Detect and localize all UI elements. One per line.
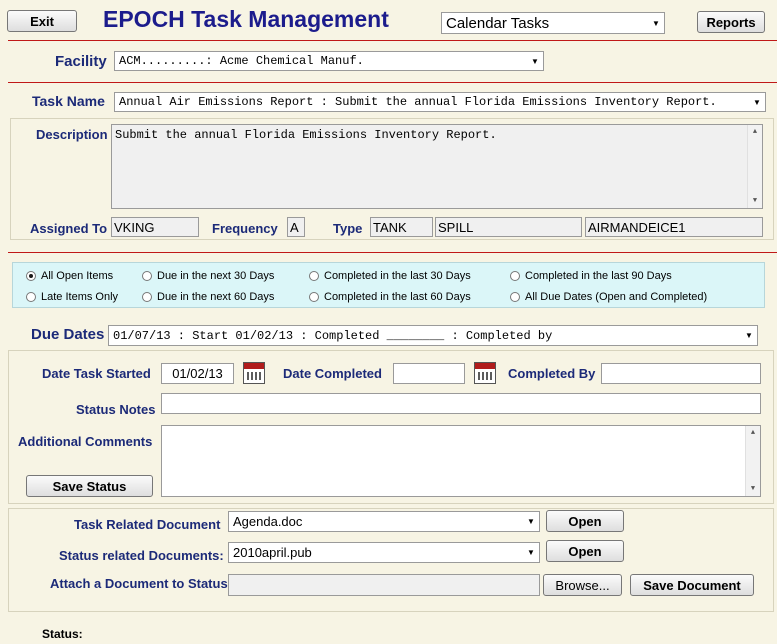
filter-all-open[interactable]: All Open Items: [26, 270, 113, 282]
task-doc-select[interactable]: Agenda.doc ▼: [228, 511, 540, 532]
status-docs-value: 2010april.pub: [233, 545, 312, 560]
completed-by-field[interactable]: [601, 363, 761, 384]
type-label: Type: [333, 221, 363, 236]
type-field-2[interactable]: SPILL: [435, 217, 582, 237]
facility-label: Facility: [55, 53, 107, 70]
facility-select-value: ACM.........: Acme Chemical Manuf.: [119, 54, 364, 68]
filter-panel: All Open Items Due in the next 30 Days C…: [12, 262, 765, 308]
date-started-field[interactable]: 01/02/13: [161, 363, 234, 384]
open-status-doc-button[interactable]: Open: [546, 540, 624, 562]
completed-by-label: Completed By: [508, 366, 596, 381]
type-field-1[interactable]: TANK: [370, 217, 433, 237]
status-label: Status:: [42, 627, 83, 641]
additional-comments-textarea[interactable]: ▲ ▼: [161, 425, 761, 497]
type-field-3[interactable]: AIRMANDEICE1: [585, 217, 763, 237]
radio-icon: [142, 271, 152, 281]
comments-scrollbar[interactable]: ▲ ▼: [745, 426, 760, 496]
status-docs-label: Status related Documents:: [59, 548, 224, 563]
filter-completed-90[interactable]: Completed in the last 90 Days: [510, 270, 672, 282]
filter-completed-30[interactable]: Completed in the last 30 Days: [309, 270, 471, 282]
radio-icon: [26, 292, 36, 302]
open-task-doc-button[interactable]: Open: [546, 510, 624, 532]
chevron-down-icon: ▼: [523, 512, 539, 531]
browse-button[interactable]: Browse...: [543, 574, 622, 596]
filter-late-only[interactable]: Late Items Only: [26, 291, 118, 303]
chevron-down-icon: ▼: [648, 13, 664, 33]
description-scrollbar[interactable]: ▲ ▼: [747, 125, 762, 208]
due-dates-select[interactable]: 01/07/13 : Start 01/02/13 : Completed __…: [108, 325, 758, 346]
radio-icon: [510, 292, 520, 302]
scroll-down-icon[interactable]: ▼: [748, 194, 762, 208]
frequency-label: Frequency: [212, 221, 278, 236]
view-select[interactable]: Calendar Tasks ▼: [441, 12, 665, 34]
radio-selected-icon: [26, 271, 36, 281]
chevron-down-icon: ▼: [741, 326, 757, 345]
date-started-label: Date Task Started: [42, 366, 151, 381]
date-completed-label: Date Completed: [283, 366, 382, 381]
task-name-label: Task Name: [32, 93, 105, 109]
task-name-value: Annual Air Emissions Report : Submit the…: [119, 95, 717, 109]
task-doc-value: Agenda.doc: [233, 514, 303, 529]
frequency-field[interactable]: A: [287, 217, 305, 237]
page-title: EPOCH Task Management: [103, 6, 389, 32]
description-label: Description: [36, 127, 108, 142]
due-dates-label: Due Dates: [31, 326, 105, 343]
date-completed-field[interactable]: [393, 363, 465, 384]
scroll-up-icon[interactable]: ▲: [748, 125, 762, 139]
chevron-down-icon: ▼: [527, 52, 543, 70]
scroll-down-icon[interactable]: ▼: [746, 482, 760, 496]
view-select-value: Calendar Tasks: [446, 14, 550, 32]
description-textarea[interactable]: Submit the annual Florida Emissions Inve…: [111, 124, 763, 209]
radio-icon: [309, 292, 319, 302]
chevron-down-icon: ▼: [523, 543, 539, 562]
exit-button[interactable]: Exit: [7, 10, 77, 32]
filter-due-30[interactable]: Due in the next 30 Days: [142, 270, 274, 282]
filter-all-due-dates[interactable]: All Due Dates (Open and Completed): [510, 291, 707, 303]
assigned-to-label: Assigned To: [30, 221, 108, 236]
filter-due-60[interactable]: Due in the next 60 Days: [142, 291, 274, 303]
status-notes-label: Status Notes: [76, 402, 156, 417]
status-docs-select[interactable]: 2010april.pub ▼: [228, 542, 540, 563]
divider: [8, 40, 777, 41]
attach-doc-field[interactable]: [228, 574, 540, 596]
calendar-icon[interactable]: [474, 362, 496, 384]
scroll-up-icon[interactable]: ▲: [746, 426, 760, 440]
radio-icon: [510, 271, 520, 281]
filter-completed-60[interactable]: Completed in the last 60 Days: [309, 291, 471, 303]
due-dates-value: 01/07/13 : Start 01/02/13 : Completed __…: [113, 328, 553, 343]
task-name-select[interactable]: Annual Air Emissions Report : Submit the…: [114, 92, 766, 112]
facility-select[interactable]: ACM.........: Acme Chemical Manuf. ▼: [114, 51, 544, 71]
task-doc-label: Task Related Document: [74, 517, 221, 532]
additional-comments-label: Additional Comments: [18, 434, 153, 449]
divider: [8, 82, 777, 83]
status-notes-field[interactable]: [161, 393, 761, 414]
calendar-icon[interactable]: [243, 362, 265, 384]
assigned-to-field[interactable]: VKING: [111, 217, 199, 237]
radio-icon: [309, 271, 319, 281]
chevron-down-icon: ▼: [749, 93, 765, 111]
divider: [8, 252, 777, 253]
description-value: Submit the annual Florida Emissions Inve…: [115, 128, 497, 142]
radio-icon: [142, 292, 152, 302]
save-status-button[interactable]: Save Status: [26, 475, 153, 497]
save-document-button[interactable]: Save Document: [630, 574, 754, 596]
reports-button[interactable]: Reports: [697, 11, 765, 33]
attach-doc-label: Attach a Document to Status: [50, 576, 228, 591]
